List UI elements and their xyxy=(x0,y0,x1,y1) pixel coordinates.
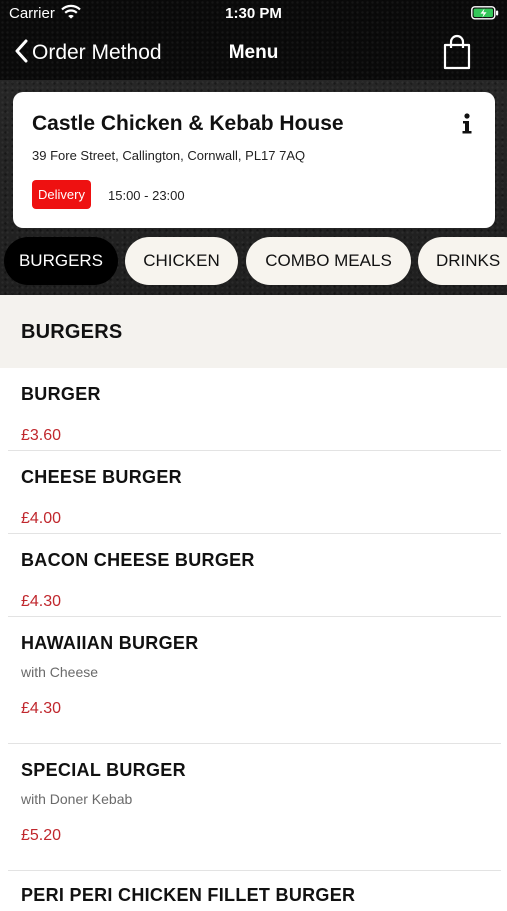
back-button[interactable]: Order Method xyxy=(14,38,162,68)
battery-charging-icon xyxy=(471,6,499,25)
item-price: £3.60 xyxy=(21,427,62,444)
section-header: BURGERS xyxy=(0,295,507,368)
section-title: BURGERS xyxy=(21,321,123,343)
header-background: Carrier 1:30 PM Order Method Menu Castle… xyxy=(0,0,507,295)
chevron-left-icon xyxy=(14,39,28,68)
menu-item[interactable]: CHEESE BURGER £4.00 xyxy=(0,451,507,533)
delivery-badge: Delivery xyxy=(32,180,91,209)
item-name: BACON CHEESE BURGER xyxy=(21,550,255,570)
item-description: with Doner Kebab xyxy=(21,791,133,807)
tab-combo-meals[interactable]: COMBO MEALS xyxy=(246,237,411,285)
item-price: £4.00 xyxy=(21,510,62,527)
shopping-bag-icon xyxy=(442,34,472,74)
menu-item[interactable]: SPECIAL BURGER with Doner Kebab £5.20 xyxy=(0,744,507,870)
restaurant-info-card: Castle Chicken & Kebab House 39 Fore Str… xyxy=(13,92,495,228)
menu-item[interactable]: BACON CHEESE BURGER £4.30 xyxy=(0,534,507,616)
item-name: SPECIAL BURGER xyxy=(21,760,186,780)
item-name: CHEESE BURGER xyxy=(21,467,182,487)
menu-item[interactable]: BURGER £3.60 xyxy=(0,368,507,450)
delivery-hours: 15:00 - 23:00 xyxy=(108,188,185,203)
info-icon xyxy=(459,113,475,140)
back-label: Order Method xyxy=(32,41,162,64)
item-name: PERI PERI CHICKEN FILLET BURGER xyxy=(21,885,356,905)
tab-drinks[interactable]: DRINKS xyxy=(418,237,507,285)
item-price: £4.30 xyxy=(21,593,62,610)
item-description: with Cheese xyxy=(21,664,99,680)
status-bar: Carrier 1:30 PM xyxy=(0,0,507,28)
item-name: BURGER xyxy=(21,384,101,404)
menu-item[interactable]: PERI PERI CHICKEN FILLET BURGER xyxy=(0,871,507,911)
tab-burgers[interactable]: BURGERS xyxy=(4,237,118,285)
category-tabs: BURGERS CHICKEN COMBO MEALS DRINKS xyxy=(0,237,507,287)
item-name: HAWAIIAN BURGER xyxy=(21,633,199,653)
navigation-bar: Order Method Menu xyxy=(0,28,507,80)
info-button[interactable] xyxy=(459,112,475,136)
restaurant-address: 39 Fore Street, Callington, Cornwall, PL… xyxy=(32,148,306,163)
menu-item[interactable]: HAWAIIAN BURGER with Cheese £4.30 xyxy=(0,617,507,743)
restaurant-name: Castle Chicken & Kebab House xyxy=(32,112,344,135)
item-price: £4.30 xyxy=(21,700,62,717)
clock: 1:30 PM xyxy=(225,5,282,22)
tab-chicken[interactable]: CHICKEN xyxy=(125,237,238,285)
item-price: £5.20 xyxy=(21,827,62,844)
basket-button[interactable] xyxy=(442,34,472,75)
